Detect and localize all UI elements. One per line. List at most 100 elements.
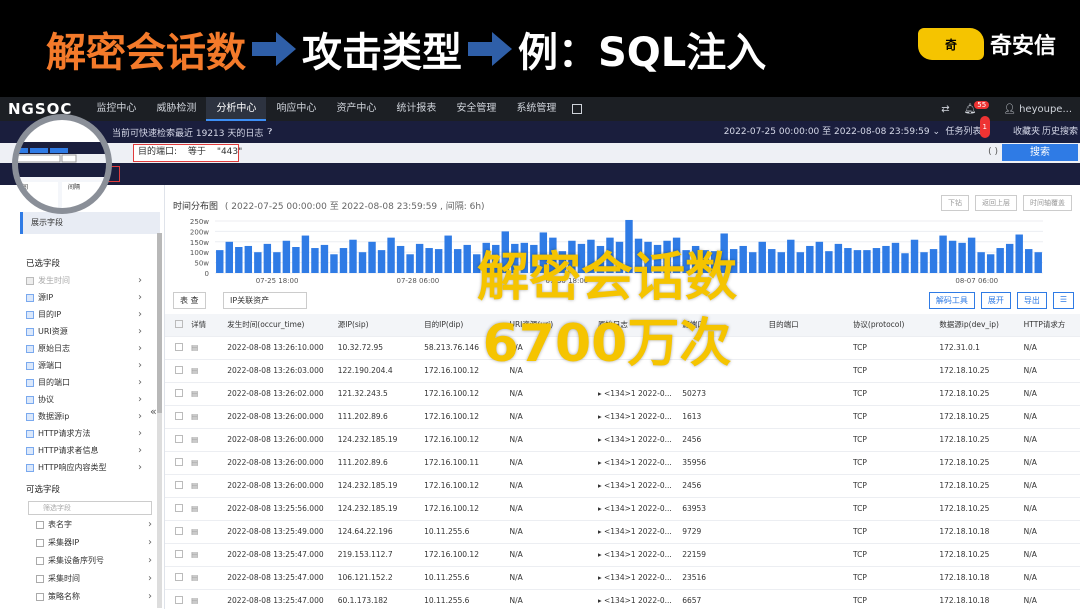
panel-scroll-thumb[interactable] — [157, 233, 162, 413]
cell-raw-log[interactable]: ▸ <134>1 2022-0... — [597, 427, 683, 451]
grid-menu-icon[interactable] — [572, 104, 583, 114]
favorites-link[interactable]: 收藏夹 — [1013, 121, 1040, 143]
row-checkbox[interactable] — [165, 335, 192, 359]
selected-field-item[interactable]: 协议 › — [26, 391, 146, 408]
histogram-bar[interactable] — [948, 240, 957, 273]
cell-raw-log[interactable]: ▸ <134>1 2022-0... — [597, 496, 683, 520]
histogram-bar[interactable] — [254, 252, 262, 273]
cell-raw-log[interactable]: ▸ <134>1 2022-0... — [597, 519, 683, 543]
detail-icon[interactable]: ▤ — [191, 496, 228, 520]
cell-raw-log[interactable]: ▸ <134>1 2022-0... — [597, 381, 683, 405]
detail-icon[interactable]: ▤ — [191, 335, 228, 359]
histogram-bar[interactable] — [967, 237, 976, 273]
help-icon[interactable]: ❓︎ — [267, 127, 272, 137]
detail-icon[interactable]: ▤ — [191, 450, 228, 474]
nav-item-asset[interactable]: 资产中心 — [326, 97, 386, 121]
query-type-select[interactable]: 表 查 — [173, 292, 206, 309]
histogram-bar[interactable] — [958, 242, 966, 273]
chevron-right-icon[interactable]: › — [138, 411, 142, 422]
field-checkbox[interactable] — [26, 344, 34, 353]
chevron-right-icon[interactable]: › — [138, 445, 142, 456]
histogram-bar[interactable] — [844, 248, 852, 273]
histogram-bar[interactable] — [986, 254, 995, 273]
detail-icon[interactable]: ▤ — [191, 519, 228, 543]
optional-field-item[interactable]: 采集时间 › — [36, 570, 156, 587]
export-button[interactable]: 导出 — [1016, 292, 1047, 309]
histogram-bar[interactable] — [872, 248, 881, 273]
query-tools[interactable]: ( ) — [988, 147, 998, 157]
optional-field-item[interactable]: 表名字 › — [36, 516, 156, 533]
detail-icon[interactable]: ▤ — [191, 588, 228, 609]
detail-icon[interactable]: ▤ — [191, 404, 228, 428]
histogram-bar[interactable] — [225, 241, 233, 273]
detail-icon[interactable]: ▤ — [191, 565, 228, 589]
selected-field-item[interactable]: HTTP请求方法 › — [26, 425, 146, 442]
row-checkbox[interactable] — [165, 542, 192, 566]
detail-icon[interactable]: ▤ — [191, 358, 228, 382]
cell-raw-log[interactable]: ▸ <134>1 2022-0... — [597, 542, 683, 566]
histogram-bar[interactable] — [235, 247, 243, 273]
field-checkbox[interactable] — [26, 378, 34, 387]
col-occur-time[interactable]: 发生时间(occur_time) — [227, 314, 338, 336]
detail-icon[interactable]: ▤ — [191, 427, 228, 451]
chevron-right-icon[interactable]: › — [138, 275, 142, 286]
chevron-right-icon[interactable]: › — [138, 309, 142, 320]
field-checkbox[interactable] — [36, 574, 44, 583]
nav-item-system[interactable]: 系统管理 — [506, 97, 566, 121]
histogram-bar[interactable] — [996, 248, 1004, 273]
alert-bell[interactable]: 🔔︎55 — [964, 100, 990, 115]
row-checkbox[interactable] — [165, 519, 192, 543]
histogram-bar[interactable] — [853, 250, 862, 273]
col-detail[interactable]: 详情 — [191, 314, 228, 336]
back-up-button[interactable]: 返回上层 — [975, 195, 1017, 211]
chevron-right-icon[interactable]: › — [138, 343, 142, 354]
table-row[interactable]: ▤ 2022-08-08 13:26:00.000 111.202.89.6 172.… — [165, 404, 1080, 428]
table-row[interactable]: ▤ 2022-08-08 13:25:47.000 60.1.173.182 10.1… — [165, 588, 1080, 609]
histogram-bar[interactable] — [377, 250, 386, 273]
histogram-bar[interactable] — [825, 251, 833, 273]
cell-raw-log[interactable]: ▸ <134>1 2022-0... — [597, 450, 683, 474]
select-all-checkbox[interactable] — [165, 314, 192, 336]
histogram-bar[interactable] — [910, 239, 919, 273]
cell-raw-log[interactable]: ▸ <134>1 2022-0... — [597, 404, 683, 428]
selected-field-item[interactable]: 原始日志 › — [26, 340, 146, 357]
histogram-bar[interactable] — [282, 240, 291, 273]
histogram-bar[interactable] — [244, 245, 253, 273]
chevron-right-icon[interactable]: › — [148, 591, 152, 602]
histogram-bar[interactable] — [301, 235, 310, 273]
history-link[interactable]: 历史搜索 — [1042, 121, 1078, 143]
histogram-bar[interactable] — [1005, 243, 1014, 273]
chevron-right-icon[interactable]: › — [148, 555, 152, 566]
histogram-bar[interactable] — [891, 242, 900, 273]
selected-field-item[interactable]: 发生时间 › — [26, 272, 146, 289]
nav-item-analysis[interactable]: 分析中心 — [206, 97, 267, 121]
row-checkbox[interactable] — [165, 450, 192, 474]
histogram-bar[interactable] — [387, 237, 395, 273]
table-row[interactable]: ▤ 2022-08-08 13:25:47.000 219.153.112.7 172… — [165, 542, 1080, 566]
table-row[interactable]: ▤ 2022-08-08 13:26:02.000 121.32.243.5 172.… — [165, 381, 1080, 405]
histogram-bar[interactable] — [273, 252, 281, 273]
column-settings-icon[interactable]: ☰ — [1052, 292, 1074, 309]
histogram-bar[interactable] — [263, 243, 272, 273]
chevron-right-icon[interactable]: › — [138, 394, 142, 405]
field-checkbox[interactable] — [26, 429, 34, 438]
collapse-icon[interactable]: « — [150, 405, 157, 418]
selected-field-item[interactable]: 目的IP › — [26, 306, 146, 323]
col-http-method[interactable]: HTTP请求方 — [1023, 314, 1080, 336]
field-checkbox[interactable] — [36, 520, 44, 529]
histogram-bar[interactable] — [368, 241, 376, 273]
optional-field-item[interactable]: 采集设备序列号 › — [36, 552, 156, 569]
row-checkbox[interactable] — [165, 358, 192, 382]
chevron-right-icon[interactable]: › — [138, 360, 142, 371]
histogram-bar[interactable] — [311, 248, 319, 273]
table-row[interactable]: ▤ 2022-08-08 13:25:56.000 124.232.185.19 17… — [165, 496, 1080, 520]
decode-tool-button[interactable]: 解码工具 — [928, 292, 975, 309]
row-checkbox[interactable] — [165, 565, 192, 589]
histogram-bar[interactable] — [920, 252, 928, 273]
row-checkbox[interactable] — [165, 473, 192, 497]
field-search-input[interactable]: 筛选字段 — [28, 501, 152, 515]
histogram-bar[interactable] — [292, 247, 300, 273]
histogram-bar[interactable] — [882, 245, 890, 273]
detail-icon[interactable]: ▤ — [191, 473, 228, 497]
nav-item-security[interactable]: 安全管理 — [446, 97, 506, 121]
